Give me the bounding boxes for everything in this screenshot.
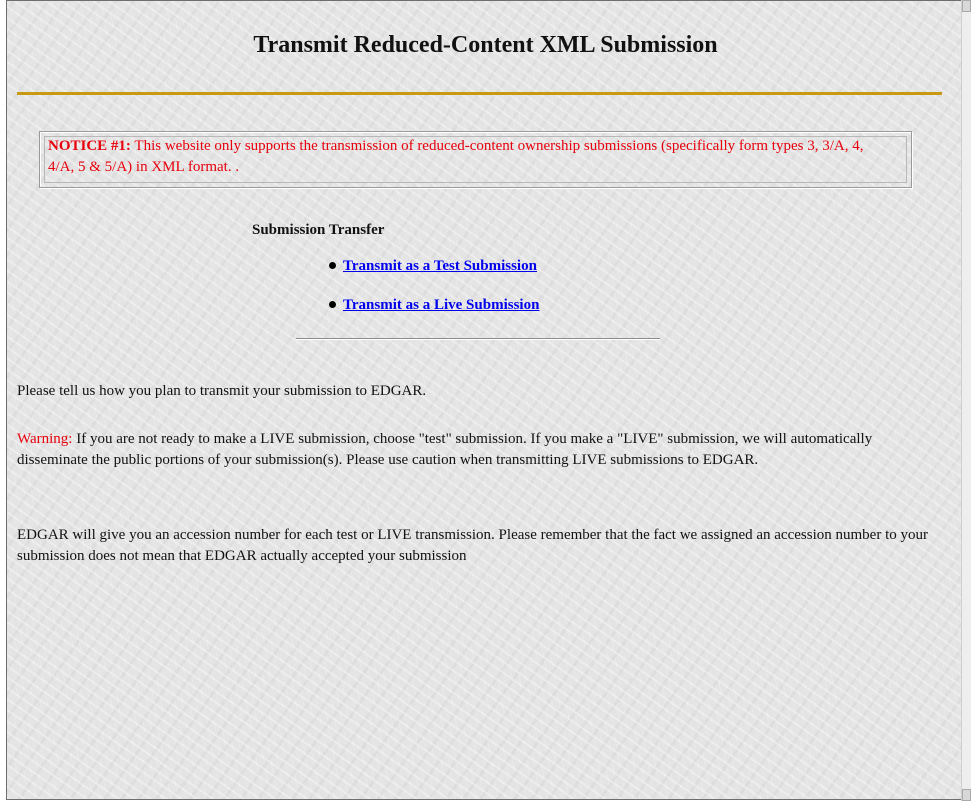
vertical-scrollbar[interactable] — [961, 0, 971, 801]
title-divider — [17, 92, 942, 95]
notice-text: NOTICE #1: This website only supports th… — [48, 136, 868, 178]
transmit-live-submission-link[interactable]: Transmit as a Live Submission — [343, 297, 539, 313]
list-item-test-submission: Transmit as a Test Submission — [329, 258, 537, 275]
accession-text: EDGAR will give you an accession number … — [17, 527, 928, 564]
intro-text: Please tell us how you plan to transmit … — [17, 383, 427, 399]
warning-body: If you are not ready to make a LIVE subm… — [17, 431, 873, 468]
warning-label: Warning: — [17, 431, 73, 447]
bullet-icon — [329, 301, 336, 309]
submission-transfer-heading: Submission Transfer — [252, 222, 385, 238]
notice-box: NOTICE #1: This website only supports th… — [39, 131, 912, 188]
links-divider — [296, 338, 660, 340]
bullet-icon — [329, 262, 336, 270]
scroll-up-arrow-icon[interactable] — [962, 0, 971, 12]
page-title: Transmit Reduced-Content XML Submission — [253, 32, 718, 58]
notice-body: This website only supports the transmiss… — [48, 138, 864, 175]
scroll-down-arrow-icon[interactable] — [962, 789, 971, 801]
transmit-test-submission-link[interactable]: Transmit as a Test Submission — [343, 258, 537, 274]
notice-label: NOTICE #1: — [48, 138, 131, 154]
list-item-live-submission: Transmit as a Live Submission — [329, 297, 539, 314]
warning-text: Warning: If you are not ready to make a … — [17, 429, 942, 471]
